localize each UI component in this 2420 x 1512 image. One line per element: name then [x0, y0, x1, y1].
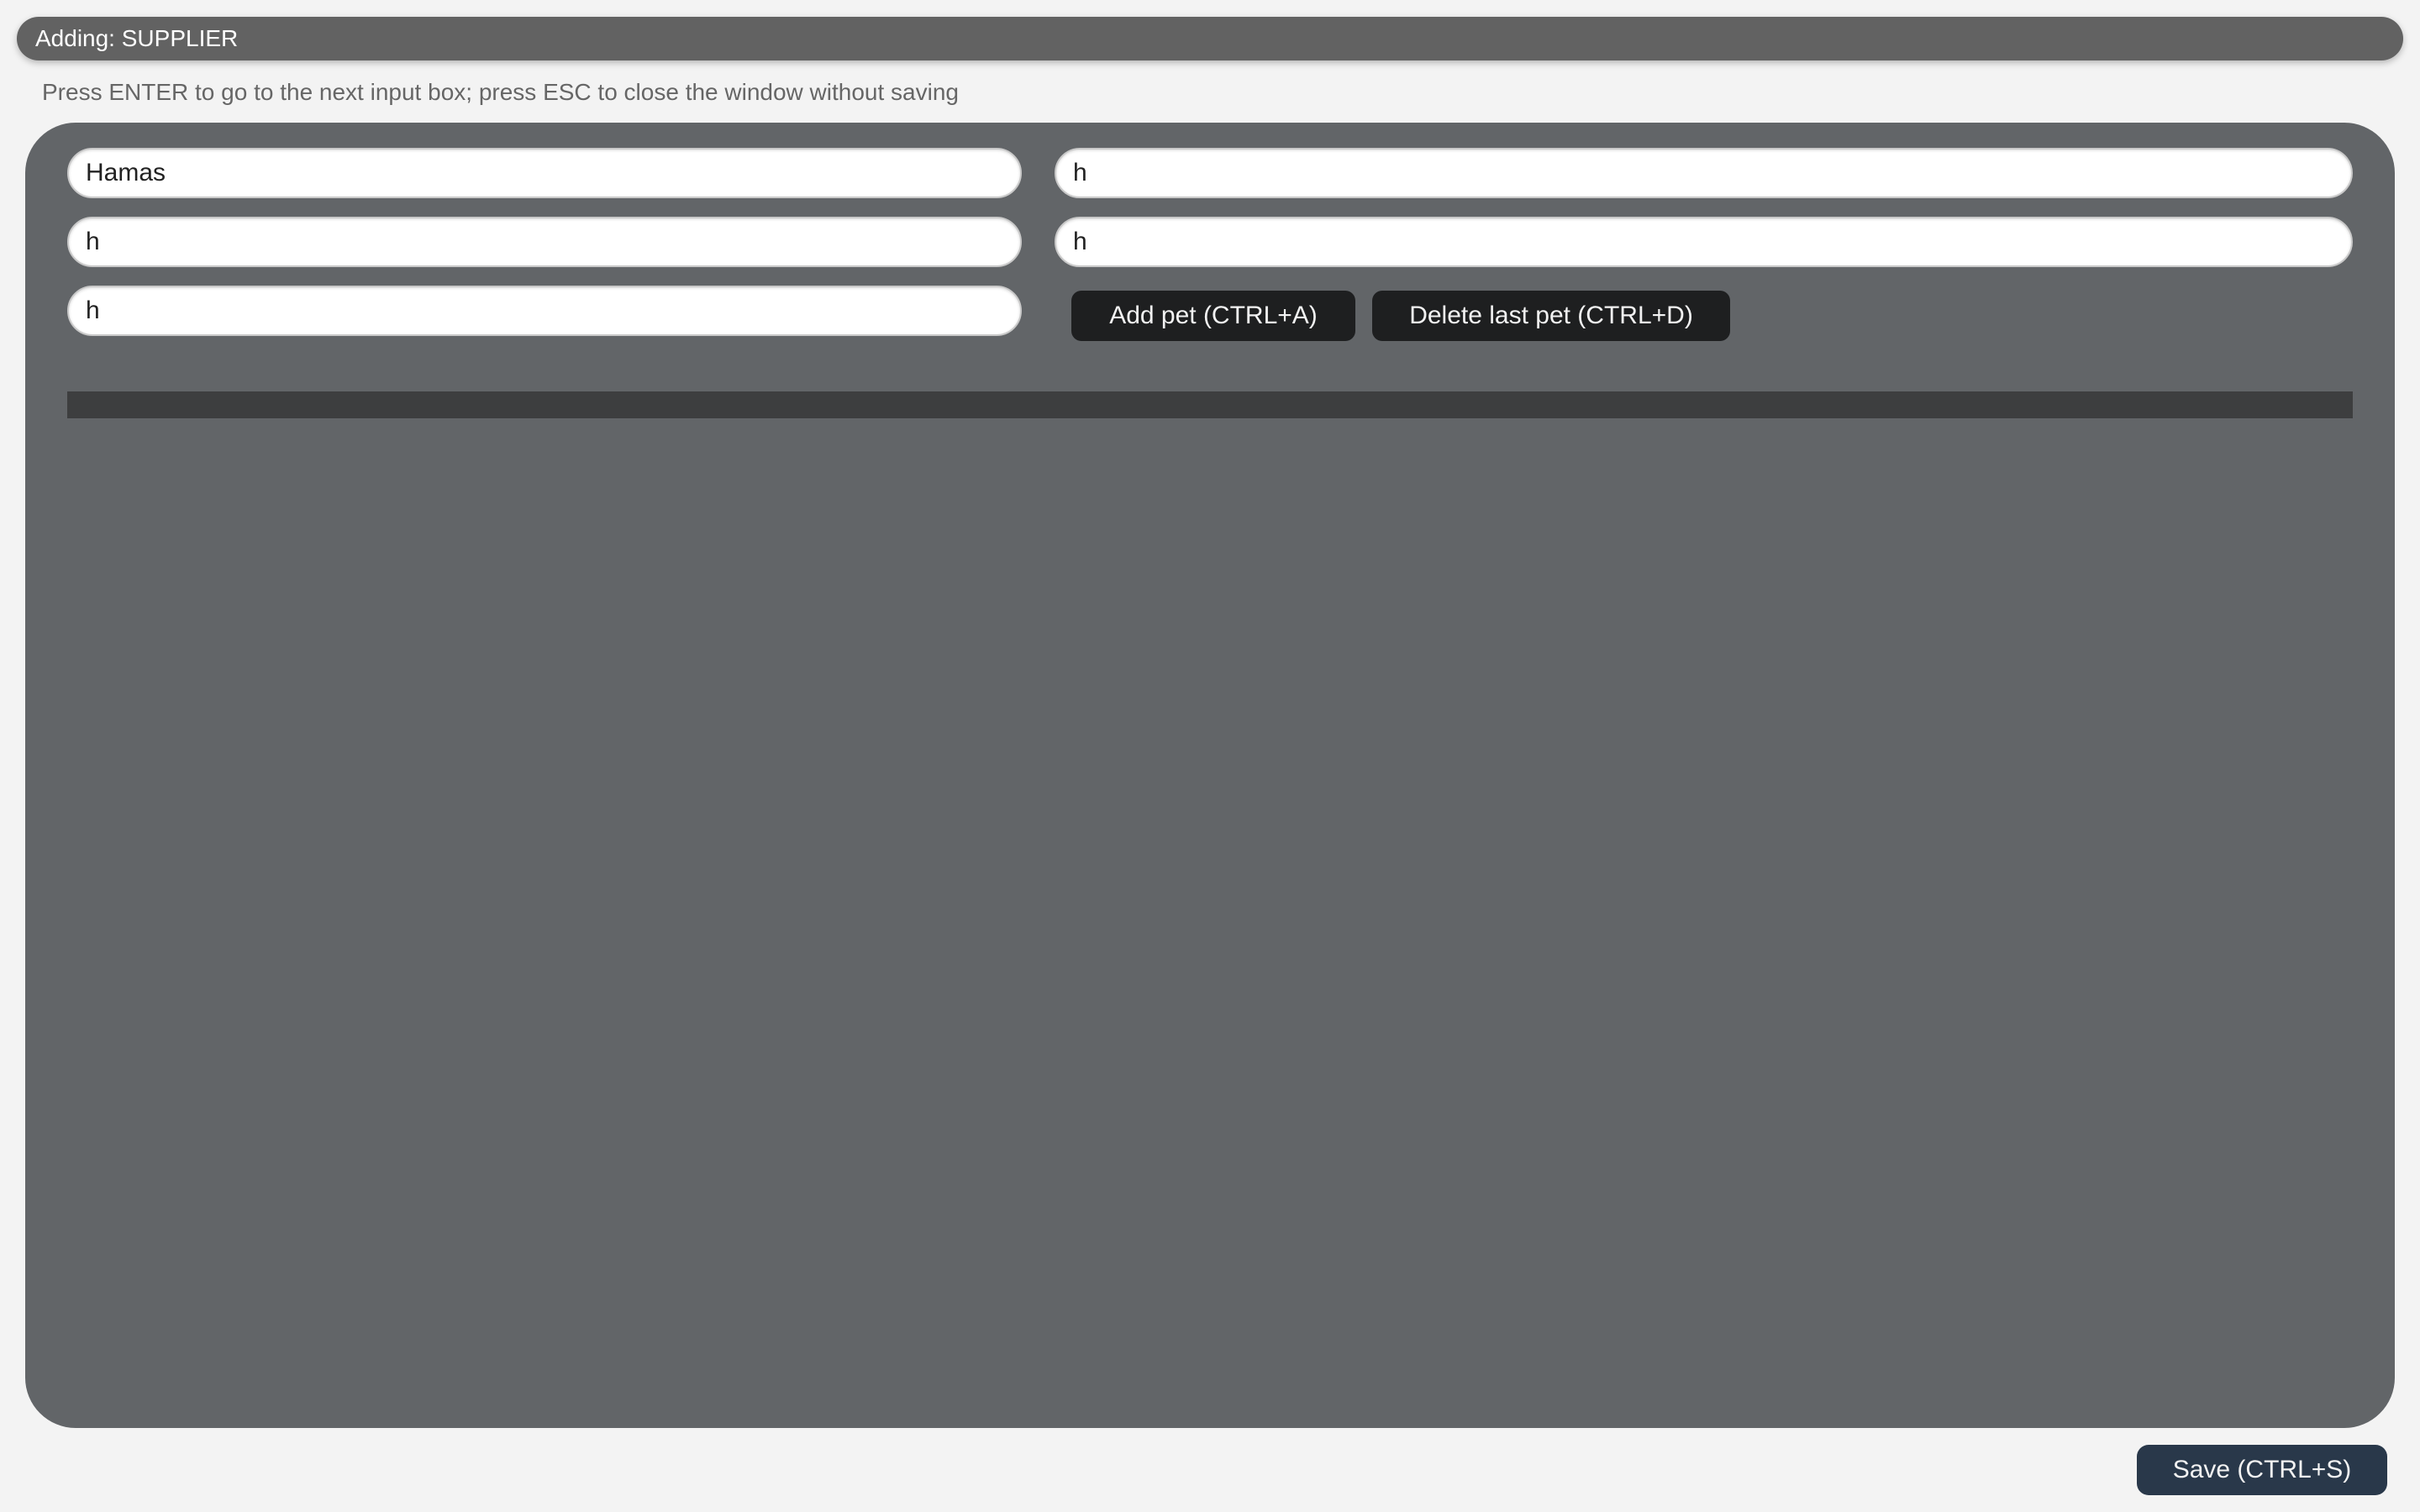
delete-last-pet-button[interactable]: Delete last pet (CTRL+D) — [1372, 291, 1730, 341]
supplier-field-2-input[interactable] — [1055, 148, 2353, 198]
form-panel: Add pet (CTRL+A) Delete last pet (CTRL+D… — [25, 123, 2395, 1428]
supplier-field-5-input[interactable] — [67, 286, 1022, 336]
supplier-field-3-input[interactable] — [67, 217, 1022, 267]
add-pet-button[interactable]: Add pet (CTRL+A) — [1071, 291, 1355, 341]
supplier-name-input[interactable] — [67, 148, 1022, 198]
save-button[interactable]: Save (CTRL+S) — [2137, 1445, 2387, 1495]
supplier-field-4-input[interactable] — [1055, 217, 2353, 267]
window-title: Adding: SUPPLIER — [35, 25, 239, 51]
pets-table-header — [67, 391, 2353, 418]
keyboard-hint: Press ENTER to go to the next input box;… — [42, 79, 959, 105]
supplier-add-window: Adding: SUPPLIER Press ENTER to go to th… — [0, 0, 2420, 1512]
window-title-bar: Adding: SUPPLIER — [17, 17, 2403, 60]
